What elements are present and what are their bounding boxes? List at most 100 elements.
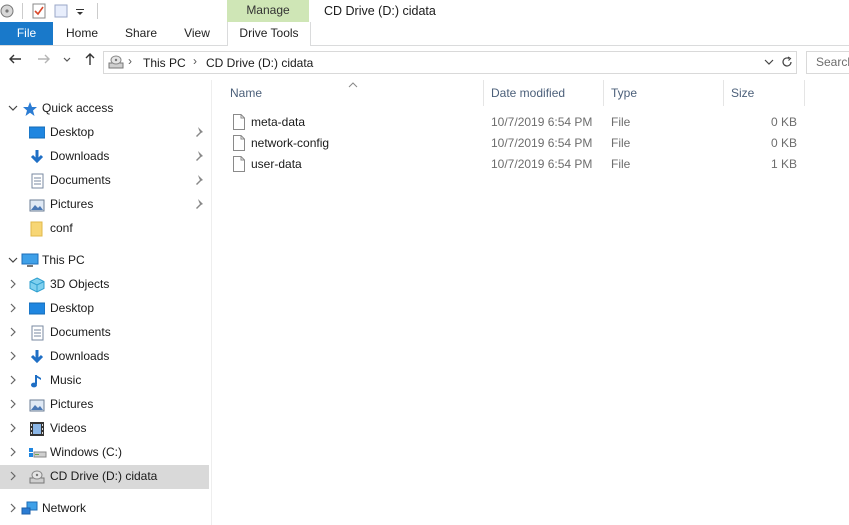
file-size: 0 KB <box>770 136 797 150</box>
refresh-button[interactable] <box>778 51 797 74</box>
column-header-name[interactable]: Name <box>230 86 262 104</box>
tab-drive-tools[interactable]: Drive Tools <box>227 22 311 46</box>
downloads-icon <box>29 149 45 165</box>
tab-home[interactable]: Home <box>53 22 111 45</box>
column-divider[interactable] <box>804 80 805 106</box>
breadcrumb-separator[interactable]: › <box>128 54 132 68</box>
documents-icon <box>29 325 45 341</box>
chevron-right-icon[interactable] <box>8 301 18 318</box>
file-type: File <box>611 157 631 171</box>
nav-quick-conf[interactable]: conf <box>0 217 209 241</box>
recent-locations-button[interactable] <box>60 52 74 70</box>
breadcrumb-this-pc[interactable]: This PC <box>143 56 186 70</box>
nav-pc-3d-objects[interactable]: 3D Objects <box>0 273 209 297</box>
nav-quick-pictures[interactable]: Pictures <box>0 193 209 217</box>
column-divider[interactable] <box>723 80 724 106</box>
chevron-down-icon[interactable] <box>8 253 18 270</box>
cd-drive-icon[interactable] <box>0 3 16 19</box>
chevron-right-icon[interactable] <box>8 421 18 438</box>
chevron-right-icon[interactable] <box>8 325 18 342</box>
column-divider[interactable] <box>483 80 484 106</box>
file-row[interactable]: meta-data 10/7/2019 6:54 PM File 0 KB <box>225 112 825 133</box>
nav-pc-desktop[interactable]: Desktop <box>0 297 209 321</box>
pin-icon[interactable] <box>194 149 206 163</box>
file-row[interactable]: user-data 10/7/2019 6:54 PM File 1 KB <box>225 154 825 175</box>
column-header-type[interactable]: Type <box>611 86 637 104</box>
pin-icon[interactable] <box>194 173 206 187</box>
nav-label: Documents <box>50 173 111 187</box>
file-icon <box>233 135 245 151</box>
cd-drive-icon <box>29 469 45 485</box>
divider <box>22 3 23 19</box>
forward-arrow-icon <box>38 54 50 64</box>
chevron-down-icon[interactable] <box>8 101 18 118</box>
chevron-right-icon[interactable] <box>8 469 18 486</box>
nav-label: This PC <box>42 253 85 267</box>
breadcrumb-separator[interactable]: › <box>193 54 197 68</box>
file-row[interactable]: network-config 10/7/2019 6:54 PM File 0 … <box>225 133 825 154</box>
pictures-icon <box>29 397 45 413</box>
chevron-right-icon[interactable] <box>8 397 18 414</box>
nav-label: Videos <box>50 421 87 435</box>
column-divider[interactable] <box>603 80 604 106</box>
file-type: File <box>611 115 631 129</box>
back-arrow-icon <box>9 54 21 64</box>
downloads-icon <box>29 349 45 365</box>
nav-pc-documents[interactable]: Documents <box>0 321 209 345</box>
column-header-size[interactable]: Size <box>731 86 754 104</box>
pin-icon[interactable] <box>194 125 206 139</box>
customize-qat-icon[interactable] <box>75 3 85 19</box>
address-dropdown-button[interactable] <box>764 56 774 71</box>
nav-pc-cd-drive[interactable]: CD Drive (D:) cidata <box>0 465 209 489</box>
chevron-right-icon[interactable] <box>8 373 18 390</box>
nav-pc-videos[interactable]: Videos <box>0 417 209 441</box>
address-bar[interactable] <box>103 51 780 74</box>
chevron-right-icon[interactable] <box>8 445 18 462</box>
nav-label: Windows (C:) <box>50 445 123 459</box>
music-icon <box>29 373 45 389</box>
properties-icon[interactable] <box>31 3 47 19</box>
file-date: 10/7/2019 6:54 PM <box>491 157 593 171</box>
documents-icon <box>29 173 45 189</box>
pin-icon[interactable] <box>194 197 206 211</box>
search-placeholder: Search <box>816 55 849 69</box>
file-date: 10/7/2019 6:54 PM <box>491 115 593 129</box>
nav-label: Pictures <box>50 197 94 211</box>
tab-view[interactable]: View <box>171 22 223 45</box>
star-icon <box>22 101 38 117</box>
column-header-date-modified[interactable]: Date modified <box>491 86 565 104</box>
breadcrumb-current[interactable]: CD Drive (D:) cidata <box>206 56 313 70</box>
nav-quick-desktop[interactable]: Desktop <box>0 121 209 145</box>
nav-quick-downloads[interactable]: Downloads <box>0 145 209 169</box>
new-folder-icon[interactable] <box>53 3 69 19</box>
nav-quick-access[interactable]: Quick access <box>0 97 209 121</box>
file-name: network-config <box>251 136 330 150</box>
nav-quick-documents[interactable]: Documents <box>0 169 209 193</box>
file-name: meta-data <box>251 115 306 129</box>
forward-button[interactable] <box>35 52 53 70</box>
nav-label: CD Drive (D:) cidata <box>50 469 158 483</box>
file-type: File <box>611 136 631 150</box>
file-date: 10/7/2019 6:54 PM <box>491 136 593 150</box>
nav-label: conf <box>50 221 73 235</box>
desktop-icon <box>28 301 46 317</box>
tab-share[interactable]: Share <box>111 22 171 45</box>
back-button[interactable] <box>6 52 24 70</box>
nav-pc-music[interactable]: Music <box>0 369 209 393</box>
nav-label: Music <box>50 373 82 387</box>
chevron-right-icon[interactable] <box>8 349 18 366</box>
nav-label: 3D Objects <box>50 277 110 291</box>
nav-pc-windows-c[interactable]: Windows (C:) <box>0 441 209 465</box>
refresh-icon <box>782 56 792 67</box>
chevron-right-icon[interactable] <box>8 277 18 294</box>
nav-this-pc[interactable]: This PC <box>0 249 209 273</box>
nav-pc-downloads[interactable]: Downloads <box>0 345 209 369</box>
file-size: 0 KB <box>770 115 797 129</box>
tab-file[interactable]: File <box>0 22 53 45</box>
nav-network[interactable]: Network <box>0 497 209 521</box>
chevron-right-icon[interactable] <box>8 501 18 518</box>
nav-label: Downloads <box>50 149 110 163</box>
nav-pc-pictures[interactable]: Pictures <box>0 393 209 417</box>
drive-icon <box>29 445 47 461</box>
up-button[interactable] <box>81 52 99 70</box>
